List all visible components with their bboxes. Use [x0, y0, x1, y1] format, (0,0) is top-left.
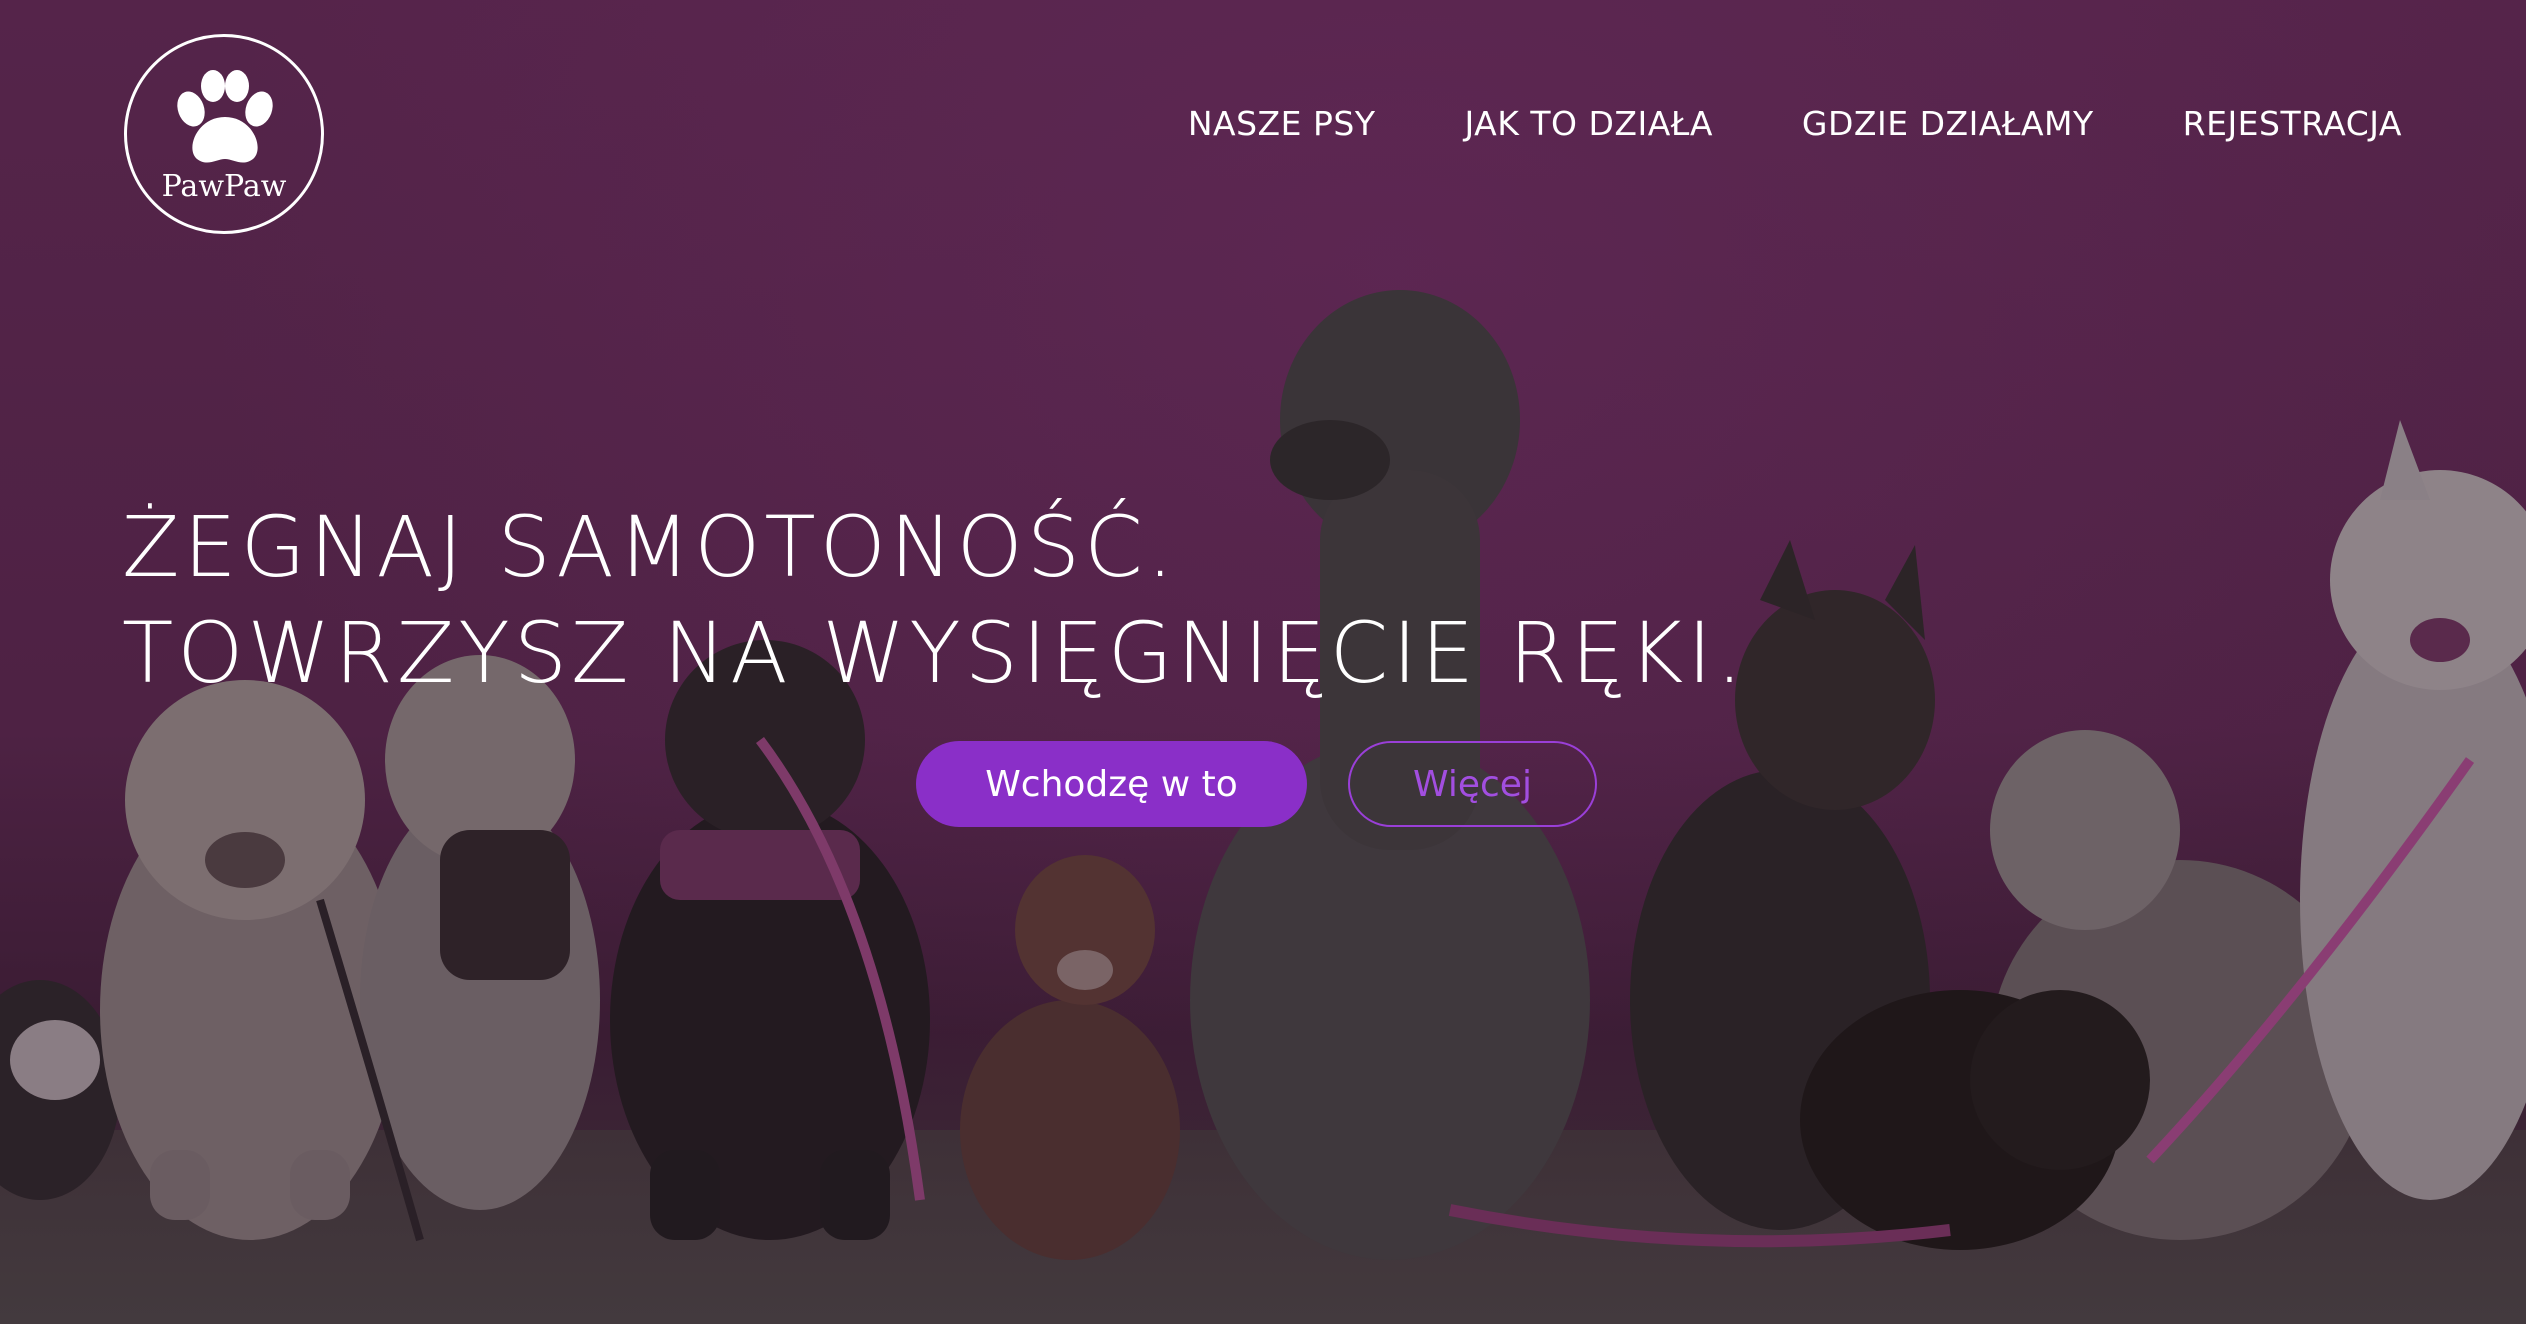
more-button[interactable]: Więcej — [1348, 741, 1597, 827]
nav-item-rejestracja[interactable]: REJESTRACJA — [2183, 104, 2402, 143]
nav-item-jak-to-dziala[interactable]: JAK TO DZIAŁA — [1464, 104, 1712, 143]
hero-headline: ŻEGNAJ SAMOTONOŚĆ. TOWRZYSZ NA WYSIĘGNIĘ… — [122, 494, 1747, 706]
headline-line-1: ŻEGNAJ SAMOTONOŚĆ. — [122, 498, 1178, 596]
join-button[interactable]: Wchodzę w to — [916, 741, 1307, 827]
nav-item-nasze-psy[interactable]: NASZE PSY — [1188, 104, 1376, 143]
pawpaw-logo[interactable]: PawPaw — [124, 34, 324, 234]
main-nav: NASZE PSY JAK TO DZIAŁA GDZIE DZIAŁAMY R… — [1188, 104, 2402, 143]
headline-line-2: TOWRZYSZ NA WYSIĘGNIĘCIE RĘKI. — [122, 604, 1747, 702]
hero-section: PawPaw NASZE PSY JAK TO DZIAŁA GDZIE DZI… — [0, 0, 2526, 1324]
logo-text: PawPaw — [161, 169, 287, 204]
nav-item-gdzie-dzialamy[interactable]: GDZIE DZIAŁAMY — [1802, 104, 2094, 143]
